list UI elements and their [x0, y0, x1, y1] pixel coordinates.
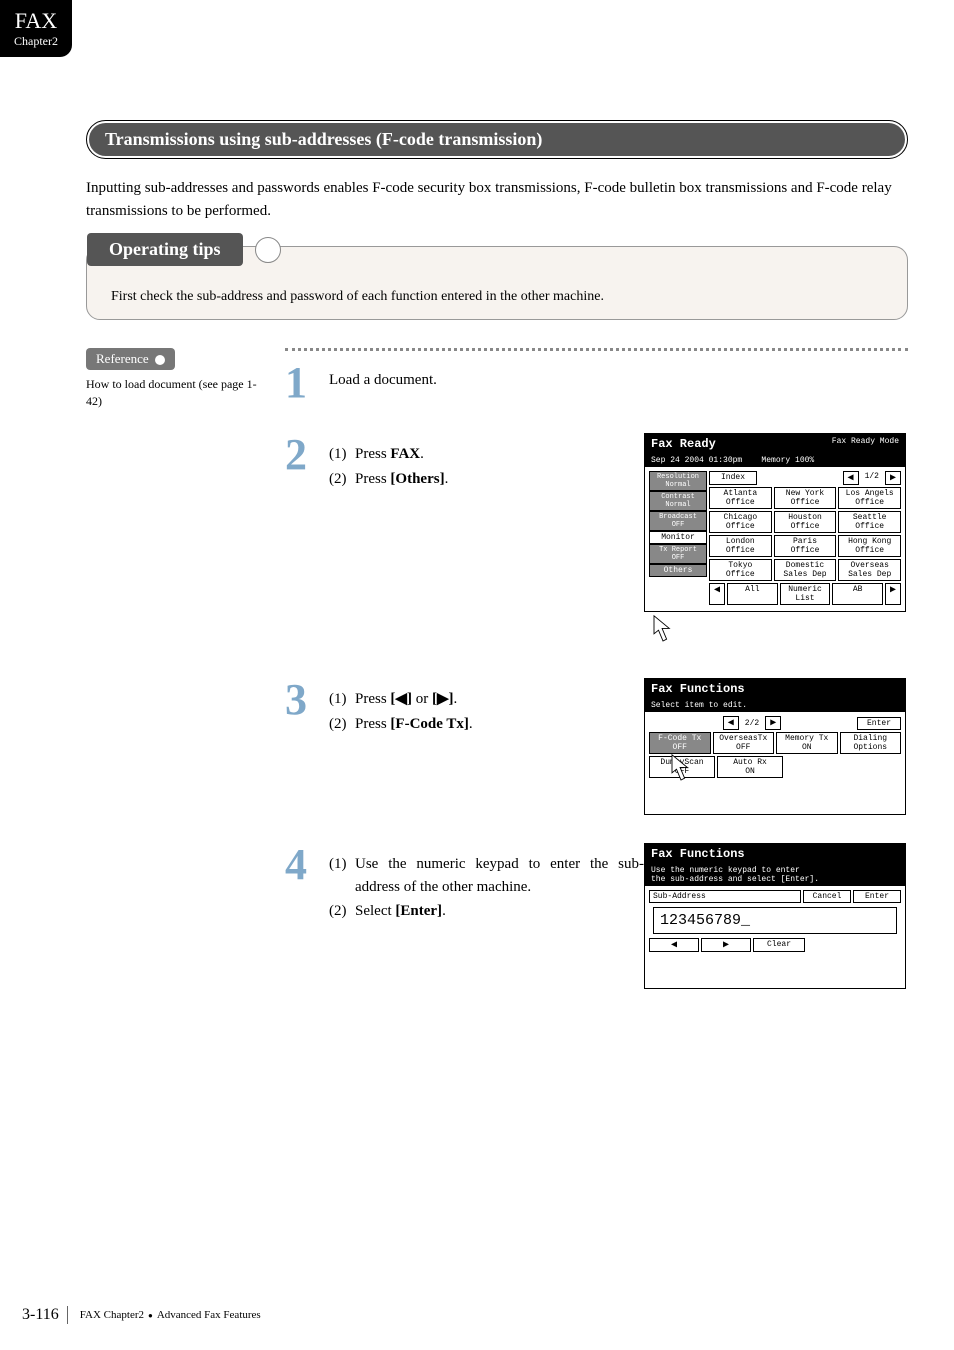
sub-address-label: Sub-Address — [649, 890, 801, 903]
operating-tips-box: Operating tips First check the sub-addre… — [86, 246, 908, 320]
dest-button[interactable]: Seattle Office — [838, 511, 901, 533]
tab-title: FAX — [14, 8, 58, 34]
prev-icon[interactable]: ◀ — [709, 583, 725, 605]
fax-ready-screen: Fax Ready Fax Ready Mode Sep 24 2004 01:… — [644, 433, 906, 612]
dest-button[interactable]: Atlanta Office — [709, 487, 772, 509]
reference-label: Reference — [86, 348, 175, 370]
page-footer: 3-116 FAX Chapter2 ● Advanced Fax Featur… — [22, 1306, 261, 1324]
screen-help: Use the numeric keypad to enter the sub-… — [645, 864, 905, 886]
footer-section: Advanced Fax Features — [157, 1309, 261, 1321]
enter-button[interactable]: Enter — [857, 717, 901, 730]
step-substep: (2)Press [Others]. — [329, 468, 644, 491]
step-1: 1 Load a document. — [285, 361, 908, 405]
step-substep: (2)Select [Enter]. — [329, 900, 644, 923]
sub-address-screen: Fax Functions Use the numeric keypad to … — [644, 843, 906, 989]
page-number: 3-116 — [22, 1306, 68, 1324]
chapter-tab: FAX Chapter2 — [0, 0, 72, 57]
autorx-button[interactable]: Auto Rx ON — [717, 756, 783, 778]
contrast-button[interactable]: Contrast Normal — [649, 491, 707, 511]
intro-text: Inputting sub-addresses and passwords en… — [86, 177, 908, 222]
index-button[interactable]: Index — [709, 471, 757, 485]
dialing-options-button[interactable]: Dialing Options — [840, 732, 902, 754]
dest-button[interactable]: Domestic Sales Dep — [774, 559, 837, 581]
step-substep: (1)Press FAX. — [329, 443, 644, 466]
next-icon[interactable]: ▶ — [885, 583, 901, 605]
ab-button[interactable]: AB — [832, 583, 883, 605]
step-substep: (2)Press [F-Code Tx]. — [329, 713, 644, 736]
prev-page-icon[interactable]: ◀ — [843, 471, 859, 485]
screen-title: Fax Functions — [651, 682, 745, 696]
cancel-button[interactable]: Cancel — [803, 890, 851, 903]
pointer-icon — [666, 753, 696, 789]
dest-button[interactable]: Hong Kong Office — [838, 535, 901, 557]
reference-text: How to load document (see page 1-42) — [86, 376, 258, 410]
dotted-divider-horizontal — [285, 348, 908, 351]
fcode-tx-button[interactable]: F-Code Tx OFF — [649, 732, 711, 754]
dest-button[interactable]: Tokyo Office — [709, 559, 772, 581]
screen-mode: Fax Ready Mode — [832, 437, 899, 451]
numeric-list-button[interactable]: Numeric List — [780, 583, 831, 605]
footer-chapter: FAX Chapter2 — [80, 1309, 144, 1321]
step-number: 2 — [285, 433, 329, 477]
step-number: 4 — [285, 843, 329, 887]
pager-label: 2/2 — [741, 718, 763, 729]
step-number: 1 — [285, 361, 329, 405]
txreport-button[interactable]: Tx Report OFF — [649, 544, 707, 564]
resolution-button[interactable]: Resolution Normal — [649, 471, 707, 491]
step-4: 4 (1)Use the numeric keypad to enter the… — [285, 843, 908, 989]
tips-title: Operating tips — [87, 233, 243, 266]
section-title: Transmissions using sub-addresses (F-cod… — [89, 123, 905, 156]
others-button[interactable]: Others — [649, 564, 707, 577]
cursor-right-icon[interactable]: ▶ — [701, 938, 751, 952]
screen-title: Fax Ready — [651, 437, 716, 451]
pointer-icon — [648, 614, 678, 650]
clear-button[interactable]: Clear — [753, 938, 805, 952]
dest-button[interactable]: Paris Office — [774, 535, 837, 557]
screen-subtitle: Select item to edit. — [645, 699, 905, 712]
sub-address-input[interactable]: 123456789_ — [653, 907, 897, 934]
step-text: Load a document. — [329, 361, 908, 392]
tips-text: First check the sub-address and password… — [111, 289, 891, 305]
dest-button[interactable]: Chicago Office — [709, 511, 772, 533]
screen-title: Fax Functions — [651, 847, 745, 861]
next-page-icon[interactable]: ▶ — [885, 471, 901, 485]
dot-icon: ● — [148, 1311, 153, 1320]
pager-label: 1/2 — [861, 471, 883, 485]
dest-button[interactable]: London Office — [709, 535, 772, 557]
section-title-container: Transmissions using sub-addresses (F-cod… — [86, 120, 908, 159]
step-number: 3 — [285, 678, 329, 722]
dest-button[interactable]: Overseas Sales Dep — [838, 559, 901, 581]
all-button[interactable]: All — [727, 583, 778, 605]
screen-statusbar: Sep 24 2004 01:30pm Memory 100% — [645, 454, 905, 467]
fax-functions-screen: Fax Functions Select item to edit. ◀ 2/2… — [644, 678, 906, 815]
prev-page-icon[interactable]: ◀ — [723, 716, 739, 730]
step-substep: (1)Press [◀] or [▶]. — [329, 688, 644, 711]
memory-tx-button[interactable]: Memory Tx ON — [776, 732, 838, 754]
dest-button[interactable]: Los Angels Office — [838, 487, 901, 509]
step-2: 2 (1)Press FAX. (2)Press [Others]. Fax R… — [285, 433, 908, 650]
step-substep: (1)Use the numeric keypad to enter the s… — [329, 853, 644, 898]
dest-button[interactable]: Houston Office — [774, 511, 837, 533]
cursor-left-icon[interactable]: ◀ — [649, 938, 699, 952]
monitor-button[interactable]: Monitor — [649, 531, 707, 544]
step-3: 3 (1)Press [◀] or [▶]. (2)Press [F-Code … — [285, 678, 908, 815]
tab-subtitle: Chapter2 — [14, 34, 58, 49]
overseas-tx-button[interactable]: OverseasTx OFF — [713, 732, 775, 754]
next-page-icon[interactable]: ▶ — [765, 716, 781, 730]
dest-button[interactable]: New York Office — [774, 487, 837, 509]
broadcast-button[interactable]: Broadcast OFF — [649, 511, 707, 531]
enter-button[interactable]: Enter — [853, 890, 901, 903]
